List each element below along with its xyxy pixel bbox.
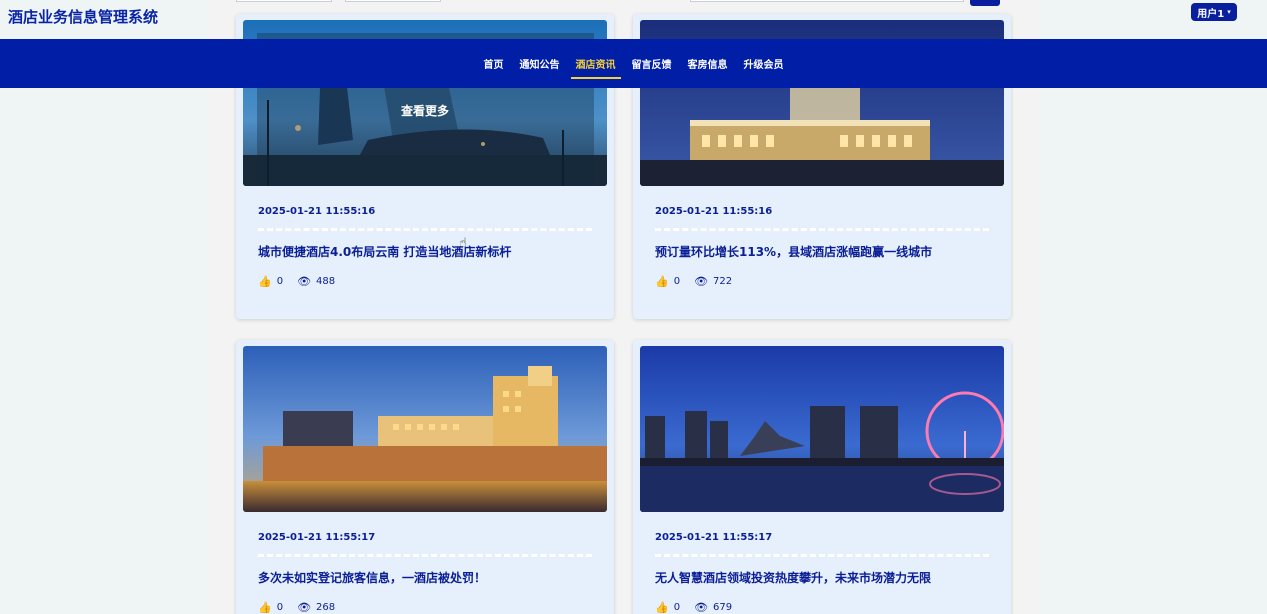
dashed-divider (258, 554, 592, 557)
like-count: 0 (673, 602, 681, 613)
site-title: 酒店业务信息管理系统 (8, 8, 159, 26)
news-title[interactable]: 多次未如实登记旅客信息，一酒店被处罚！ (258, 569, 486, 586)
search-input[interactable] (690, 0, 964, 2)
news-title[interactable]: 无人智慧酒店领域投资热度攀升，未来市场潜力无限 (655, 569, 931, 586)
nav-item-upgrade-membership[interactable]: 升级会员 (743, 52, 785, 75)
eye-icon: 👁 (297, 275, 312, 288)
news-date: 2025-01-21 11:55:17 (655, 532, 773, 543)
news-date: 2025-01-21 11:55:17 (258, 532, 376, 543)
dashed-divider (655, 228, 989, 231)
thumbs-up-icon[interactable]: 👍 (655, 602, 669, 613)
main-navbar: 首页 通知公告 酒店资讯 留言反馈 客房信息 升级会员 (0, 39, 1267, 88)
eye-icon: 👁 (694, 275, 709, 288)
dashed-divider (258, 228, 592, 231)
view-count: 722 (713, 276, 733, 287)
news-image-3 (243, 346, 607, 512)
caret-down-icon: ▾ (1227, 8, 1231, 16)
news-title[interactable]: 城市便捷酒店4.0布局云南 打造当地酒店新标杆 (258, 243, 511, 260)
news-card[interactable]: 2025-01-21 11:55:17 多次未如实登记旅客信息，一酒店被处罚！ … (236, 340, 614, 614)
filter-input-stub[interactable] (345, 0, 441, 2)
city-skyline-ferris-wheel-image[interactable] (640, 346, 1004, 512)
like-count: 0 (673, 276, 681, 287)
nav-item-rooms[interactable]: 客房信息 (687, 52, 729, 75)
nav-item-feedback[interactable]: 留言反馈 (631, 52, 673, 75)
news-stats: 👍 0 👁 722 (655, 276, 732, 287)
like-count: 0 (276, 602, 284, 613)
search-button[interactable] (970, 0, 1000, 6)
filter-input-stub[interactable] (236, 0, 332, 2)
news-date: 2025-01-21 11:55:16 (655, 206, 773, 217)
view-count: 268 (316, 602, 336, 613)
view-count: 679 (713, 602, 733, 613)
news-stats: 👍 0 👁 268 (258, 602, 335, 613)
news-date: 2025-01-21 11:55:16 (258, 206, 376, 217)
thumbs-up-icon[interactable]: 👍 (655, 276, 669, 287)
thumbs-up-icon[interactable]: 👍 (258, 276, 272, 287)
nav-item-hotel-news[interactable]: 酒店资讯 (570, 52, 621, 79)
news-stats: 👍 0 👁 488 (258, 276, 335, 287)
view-more-label[interactable]: 查看更多 (243, 102, 607, 119)
casino-hotel-waterfront-image[interactable] (243, 346, 607, 512)
thumbs-up-icon[interactable]: 👍 (258, 602, 272, 613)
eye-icon: 👁 (694, 601, 709, 614)
news-stats: 👍 0 👁 679 (655, 602, 732, 613)
news-card[interactable]: 2025-01-21 11:55:17 无人智慧酒店领域投资热度攀升，未来市场潜… (633, 340, 1011, 614)
pointer-cursor-icon: ☝ (459, 236, 467, 251)
user-name: 用户1 (1197, 8, 1225, 20)
news-image-4 (640, 346, 1004, 512)
like-count: 0 (276, 276, 284, 287)
view-count: 488 (316, 276, 336, 287)
user-menu-button[interactable]: 用户1 ▾ (1191, 3, 1237, 21)
dashed-divider (655, 554, 989, 557)
nav-item-notices[interactable]: 通知公告 (519, 52, 561, 75)
news-title[interactable]: 预订量环比增长113%，县域酒店涨幅跑赢一线城市 (655, 243, 932, 260)
eye-icon: 👁 (297, 601, 312, 614)
nav-item-home[interactable]: 首页 (483, 52, 505, 75)
main-content: 查看更多 2025-01-21 11:55:16 城市便捷酒店4.0布局云南 打… (208, 0, 1040, 614)
